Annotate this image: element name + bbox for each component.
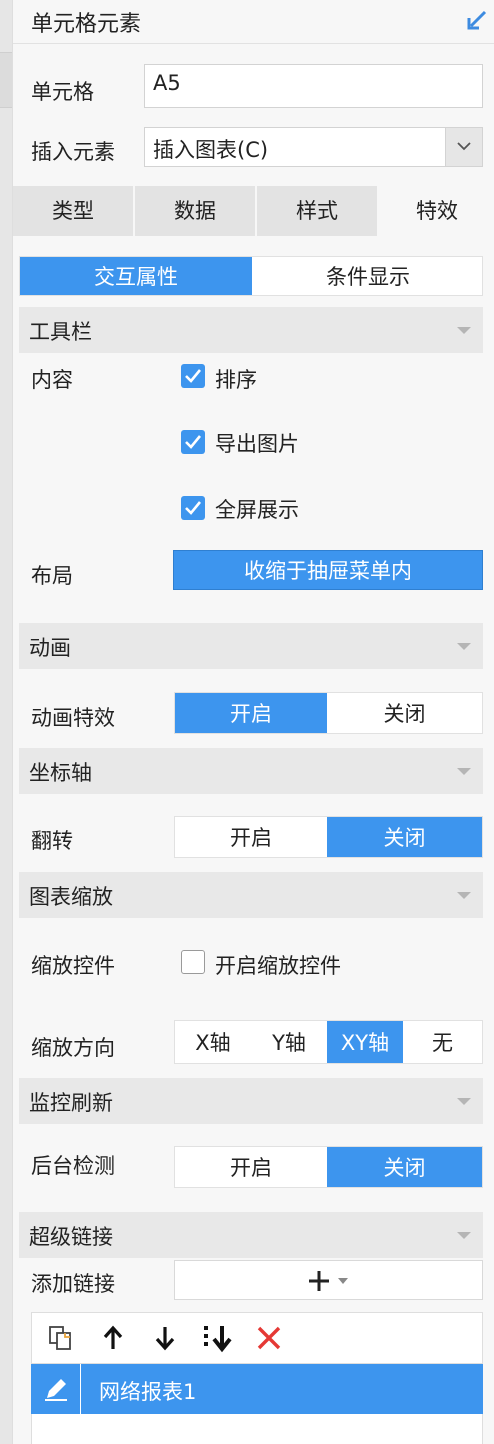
insert-element-label: 插入元素 [31,140,115,164]
flip-off-option[interactable]: 关闭 [327,817,482,857]
subtab-interaction[interactable]: 交互属性 [20,257,252,295]
tab-style[interactable]: 样式 [257,186,377,236]
section-title: 超级链接 [29,1225,113,1249]
left-gutter [0,0,12,1444]
collapse-triangle-icon [457,768,471,775]
subtab-condition-display[interactable]: 条件显示 [252,257,484,295]
chevron-down-icon [457,142,471,151]
sort-option-label: 排序 [215,368,257,392]
export-image-option-label: 导出图片 [215,432,299,456]
collapse-triangle-icon [457,1232,471,1239]
animation-effect-label: 动画特效 [31,706,115,730]
panel-title: 单元格元素 [31,12,142,37]
background-check-label: 后台检测 [31,1154,115,1178]
move-to-bottom-icon[interactable] [202,1323,232,1353]
section-hyperlink-header[interactable]: 超级链接 [19,1212,483,1258]
zoom-direction-label: 缩放方向 [31,1036,115,1060]
tab-data[interactable]: 数据 [135,186,255,236]
caret-down-icon [338,1278,348,1284]
animation-on-option[interactable]: 开启 [175,693,327,733]
link-item-label: 网络报表1 [99,1380,197,1404]
move-up-icon[interactable] [98,1323,128,1353]
background-check-off-option[interactable]: 关闭 [327,1147,482,1187]
sort-checkbox[interactable] [181,364,205,388]
collapse-arrow-icon[interactable] [465,8,489,32]
fullscreen-checkbox[interactable] [181,496,205,520]
checkmark-icon [185,501,202,515]
cell-input[interactable]: A5 [144,64,483,108]
dropdown-button[interactable] [445,128,482,166]
zoom-direction-y[interactable]: Y轴 [251,1021,327,1063]
animation-off-option[interactable]: 关闭 [327,693,482,733]
tab-effects[interactable]: 特效 [379,186,494,236]
section-animation-header[interactable]: 动画 [19,623,483,669]
cell-label: 单元格 [31,80,94,104]
collapse-triangle-icon [457,1098,471,1105]
checkmark-icon [185,369,202,383]
section-title: 坐标轴 [29,761,92,785]
layout-select[interactable]: 收缩于抽屉菜单内 [173,550,483,590]
gutter-notch [0,52,12,108]
add-link-label: 添加链接 [31,1272,115,1296]
section-title: 工具栏 [29,320,92,344]
section-axis-header[interactable]: 坐标轴 [19,748,483,794]
copy-icon[interactable] [46,1323,76,1353]
section-toolbar-header[interactable]: 工具栏 [19,307,483,353]
section-monitor-header[interactable]: 监控刷新 [19,1078,483,1124]
delete-icon[interactable] [254,1323,284,1353]
content-label: 内容 [31,368,73,392]
flip-on-option[interactable]: 开启 [175,817,327,857]
tab-bar: 类型 数据 样式 特效 [13,186,494,236]
zoom-direction-none[interactable]: 无 [403,1021,482,1063]
zoom-direction-x[interactable]: X轴 [175,1021,251,1063]
plus-icon [309,1271,329,1291]
move-down-icon[interactable] [150,1323,180,1353]
edit-cell[interactable] [31,1364,81,1414]
section-title: 动画 [29,636,71,660]
section-title: 图表缩放 [29,885,113,909]
tab-type[interactable]: 类型 [13,186,133,236]
panel-header: 单元格元素 [13,0,494,44]
collapse-triangle-icon [457,327,471,334]
link-list-empty-area [31,1414,483,1444]
export-image-checkbox[interactable] [181,430,205,454]
subtab-switch: 交互属性 条件显示 [19,256,483,296]
insert-element-value: 插入图表(C) [153,138,269,162]
link-toolbar [31,1312,483,1364]
zoom-control-label: 缩放控件 [31,954,115,978]
flip-label: 翻转 [31,829,73,853]
zoom-direction-selector: X轴 Y轴 XY轴 无 [174,1020,483,1064]
link-list-item[interactable]: 网络报表1 [31,1364,483,1414]
background-check-toggle: 开启 关闭 [174,1146,483,1188]
section-zoom-header[interactable]: 图表缩放 [19,872,483,918]
cell-element-panel: 单元格元素 单元格 A5 插入元素 插入图表(C) 类型 数据 样式 特效 交互… [12,0,494,1444]
collapse-triangle-icon [457,643,471,650]
background-check-on-option[interactable]: 开启 [175,1147,327,1187]
add-link-button[interactable] [174,1260,483,1300]
cell-value: A5 [153,71,181,95]
zoom-direction-xy[interactable]: XY轴 [327,1021,403,1063]
fullscreen-option-label: 全屏展示 [215,498,299,522]
layout-label: 布局 [31,564,73,588]
animation-toggle: 开启 关闭 [174,692,483,734]
section-title: 监控刷新 [29,1091,113,1115]
flip-toggle: 开启 关闭 [174,816,483,858]
zoom-control-checkbox[interactable] [181,950,205,974]
insert-element-select[interactable]: 插入图表(C) [144,127,483,167]
collapse-triangle-icon [457,892,471,899]
checkmark-icon [185,435,202,449]
zoom-control-option-label: 开启缩放控件 [215,954,341,978]
edit-pencil-icon [45,1379,67,1401]
